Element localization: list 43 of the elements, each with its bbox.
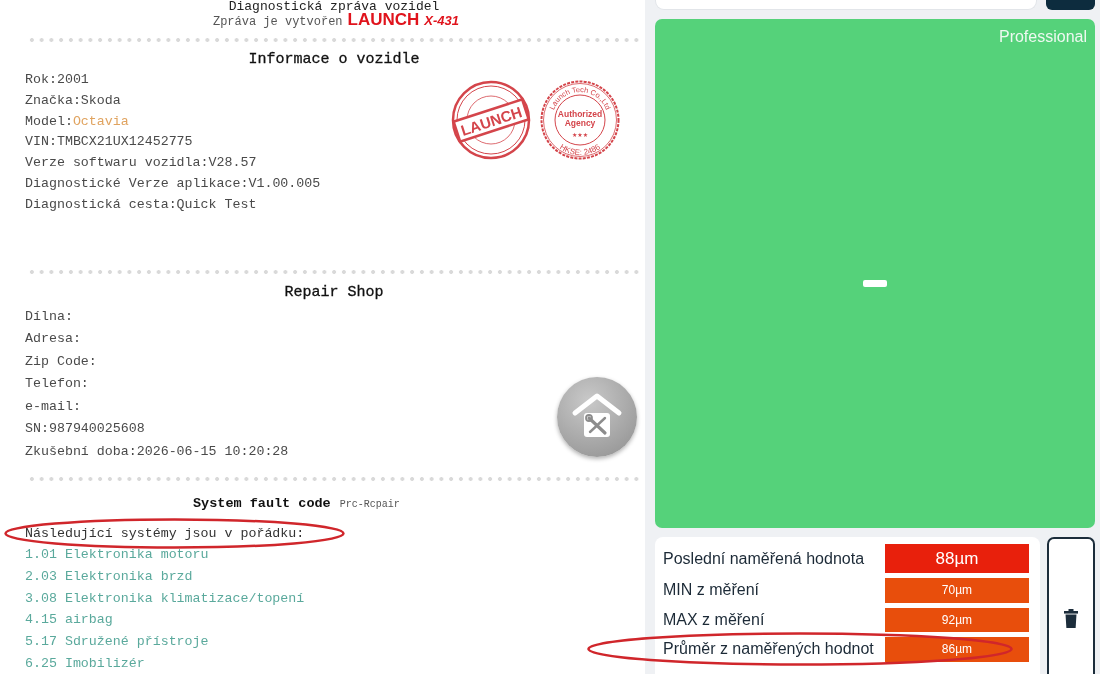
- system-item: 2.03 Elektronika brzd: [25, 567, 193, 586]
- measurement-value: 88µm: [885, 544, 1029, 573]
- delete-button[interactable]: [1047, 537, 1095, 674]
- system-item: 5.17 Sdružené přístroje: [25, 633, 209, 652]
- repair-shop-button[interactable]: [557, 377, 637, 457]
- info-line: Telefon:: [25, 375, 89, 394]
- measurement-label: Průměr z naměřených hodnot: [663, 640, 874, 659]
- info-line: Diagnostické Verze aplikace:V1.00.005: [25, 175, 321, 193]
- toolbar-button[interactable]: [1046, 0, 1095, 10]
- measurement-label: MAX z měření: [663, 610, 765, 629]
- info-line: Adresa:: [25, 330, 81, 349]
- info-line: Dílna:: [25, 307, 73, 326]
- info-line: SN:987940025608: [25, 420, 145, 439]
- section-heading: Repair Shop: [283, 282, 385, 303]
- report-subtitle: Zpráva je vytvořen: [212, 15, 343, 29]
- section-heading: System fault code: [193, 495, 331, 514]
- trash-icon: [1064, 609, 1078, 628]
- info-line: Zip Code:: [25, 352, 97, 371]
- system-item: 4.15 airbag: [25, 611, 113, 630]
- input-field[interactable]: [655, 0, 1037, 10]
- info-line: Verze softwaru vozidla:V28.57: [25, 154, 257, 173]
- info-line: VIN:TMBCX21UX12452775: [25, 133, 193, 152]
- status-label: Professional: [998, 28, 1087, 46]
- info-line: Diagnostická cesta:Quick Test: [25, 195, 257, 214]
- status-message: Následující systémy jsou v pořádku:: [25, 525, 305, 544]
- model-name: X-431: [424, 14, 460, 28]
- report-title: Diagnostická zpráva vozidel: [227, 0, 441, 13]
- info-line: Značka:Skoda: [25, 91, 121, 110]
- minus-icon: [863, 280, 887, 287]
- measurement-label: MIN z měření: [663, 581, 759, 600]
- section-tag: Prc-Rcpair: [339, 495, 400, 516]
- info-line: Zkušební doba:2026-06-15 10:20:28: [25, 442, 289, 461]
- info-line: e-mail:: [25, 397, 81, 416]
- info-line: Model:Octavia: [25, 112, 129, 131]
- system-item: 3.08 Elektronika klimatizace/topení: [25, 589, 305, 608]
- info-line: Rok:2001: [25, 71, 89, 89]
- measurement-label: Poslední naměřená hodnota: [663, 549, 865, 568]
- brand-name: LAUNCH: [347, 13, 420, 27]
- measurement-value: 92µm: [885, 607, 1029, 632]
- section-heading: Informace o vozidle: [247, 50, 421, 70]
- system-item: 1.01 Elektronika motoru: [25, 546, 209, 565]
- system-item: 6.25 Imobilizér: [25, 655, 145, 674]
- measurement-value: 70µm: [885, 578, 1029, 603]
